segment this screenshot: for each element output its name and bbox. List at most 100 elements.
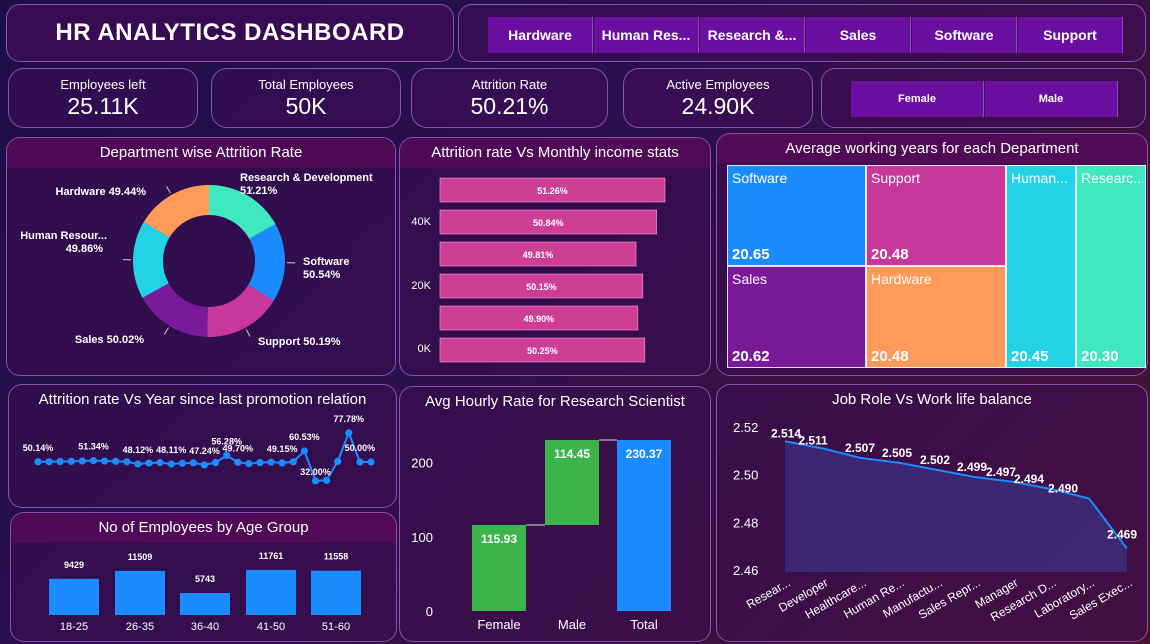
treemap-cell[interactable]: Support 20.48 (866, 165, 1006, 266)
kpi-label: Active Employees (666, 77, 770, 92)
age-category-label: 51-60 (322, 621, 350, 633)
promotion-point (89, 456, 98, 465)
age-bar (49, 578, 99, 615)
age-bar-value: 5743 (195, 574, 215, 584)
dept-button-human-resources[interactable]: Human Res... (594, 17, 699, 53)
area-data-label: 2.507 (845, 441, 875, 455)
promotion-point (156, 458, 164, 467)
waterfall-bar-value: 115.93 (481, 532, 517, 546)
promotion-data-label: 47.24% (189, 446, 220, 456)
area-y-tick: 2.48 (733, 515, 758, 530)
donut-leader-line (163, 327, 169, 335)
treemap-cell-name: Human... (1011, 170, 1068, 186)
dept-button-software[interactable]: Software (912, 17, 1017, 53)
promotion-point (323, 476, 331, 484)
promotion-point (67, 457, 75, 465)
kpi-total-employees: Total Employees 50K (211, 68, 401, 128)
waterfall-bar-value: 230.37 (626, 447, 663, 461)
area-data-label: 2.505 (882, 446, 912, 460)
area-data-label: 2.497 (986, 465, 1016, 479)
age-category-label: 36-40 (191, 621, 219, 633)
promotion-data-label: 48.12% (123, 445, 154, 455)
promotion-point (45, 458, 53, 466)
income-bar-label: 50.15% (526, 282, 557, 292)
treemap-cell[interactable]: Researc... 20.30 (1076, 165, 1146, 368)
waterfall-category-label: Female (477, 617, 520, 632)
gender-slicer: Female Male (821, 68, 1146, 128)
waterfall-category-label: Total (630, 617, 658, 632)
area-y-tick: 2.52 (733, 420, 758, 435)
treemap-cell[interactable]: Human... 20.45 (1006, 165, 1076, 368)
dept-button-sales[interactable]: Sales (806, 17, 911, 53)
treemap-cell[interactable]: Software 20.65 (727, 165, 866, 266)
promotion-point (345, 429, 353, 437)
age-bar-value: 11558 (324, 552, 349, 562)
age-bar (311, 570, 361, 615)
treemap-cell-value: 20.65 (732, 246, 770, 263)
promotion-point (112, 457, 120, 465)
donut-label-value: 50.54% (303, 269, 341, 281)
promotion-point (167, 460, 175, 468)
income-attrition-panel: Attrition rate Vs Monthly income stats 5… (399, 137, 711, 376)
dept-button-research[interactable]: Research &... (700, 17, 805, 53)
dashboard-title: HR ANALYTICS DASHBOARD (55, 19, 405, 46)
worklife-panel: Job Role Vs Work life balance 2.46 2.48 2.… (716, 384, 1148, 642)
area-data-label: 2.469 (1107, 528, 1137, 542)
waterfall-y-tick: 200 (411, 456, 433, 471)
income-bar-label: 50.25% (527, 346, 558, 356)
age-bar-value: 11509 (128, 552, 153, 562)
income-bar-label: 49.90% (524, 314, 555, 324)
promotion-data-label: 50.00% (345, 443, 376, 453)
promotion-point (300, 447, 308, 455)
kpi-label: Total Employees (258, 77, 354, 92)
income-y-tick: 40K (411, 216, 431, 228)
gender-button-male[interactable]: Male (985, 81, 1118, 117)
donut-label: Hardware 49.44% (56, 186, 147, 198)
kpi-value: 25.11K (67, 93, 139, 119)
treemap-cell-value: 20.45 (1011, 348, 1049, 365)
promotion-data-label: 48.11% (156, 445, 186, 455)
age-category-label: 26-35 (126, 621, 154, 633)
donut-label: Support 50.19% (258, 336, 341, 348)
income-bar-chart: 51.26% 50.84% 49.81% 50.15% 49.90% 50.25% 40K 2… (411, 177, 666, 363)
donut-label-name: Research & Development (240, 172, 373, 184)
hourly-rate-panel: Avg Hourly Rate for Research Scientist 0… (399, 386, 711, 642)
age-bar-value: 11761 (259, 551, 284, 561)
promotion-data-label: 49.70% (223, 443, 254, 453)
treemap-cell-name: Researc... (1081, 170, 1143, 186)
waterfall-category-label: Male (558, 617, 586, 632)
donut-label-name: Software (303, 256, 349, 268)
treemap-cell[interactable]: Hardware 20.48 (866, 266, 1006, 368)
promotion-point (289, 458, 297, 466)
promotion-point (311, 477, 320, 485)
kpi-value: 50.21% (470, 93, 549, 119)
treemap-cell-value: 20.48 (871, 348, 909, 365)
kpi-active-employees: Active Employees 24.90K (623, 68, 813, 128)
donut-leader-line (245, 329, 251, 337)
treemap-cell[interactable]: Sales 20.62 (727, 266, 866, 368)
promotion-data-label: 49.15% (267, 444, 298, 454)
waterfall-chart: 0 100 200 115.93 Female 114.45 Male 230.37 Total (411, 439, 671, 632)
dept-button-hardware[interactable]: Hardware (488, 17, 593, 53)
income-bar-label: 50.84% (533, 218, 564, 228)
panel-title: Average working years for each Departmen… (717, 134, 1147, 164)
promotion-point (189, 459, 197, 467)
donut-label-value: 51.21% (240, 185, 278, 197)
waterfall-bar-value: 114.45 (554, 447, 590, 461)
area-data-label: 2.499 (957, 460, 987, 474)
kpi-attrition-rate: Attrition Rate 50.21% (411, 68, 608, 128)
area-y-tick: 2.46 (733, 563, 758, 578)
dept-button-support[interactable]: Support (1018, 17, 1123, 53)
gender-button-female[interactable]: Female (851, 81, 984, 117)
waterfall-bar (617, 440, 671, 611)
income-bar-label: 49.81% (523, 250, 554, 260)
department-slicer: Hardware Human Res... Research &... Sale… (458, 4, 1146, 62)
promotion-point (367, 458, 375, 466)
treemap-cell-name: Sales (732, 271, 768, 287)
treemap-cell-value: 20.48 (871, 246, 909, 263)
treemap-cell-name: Hardware (871, 271, 932, 287)
age-category-label: 41-50 (257, 621, 285, 633)
treemap-cell-value: 20.62 (732, 348, 770, 365)
promotion-point (267, 458, 275, 466)
area-data-label: 2.502 (920, 453, 950, 467)
